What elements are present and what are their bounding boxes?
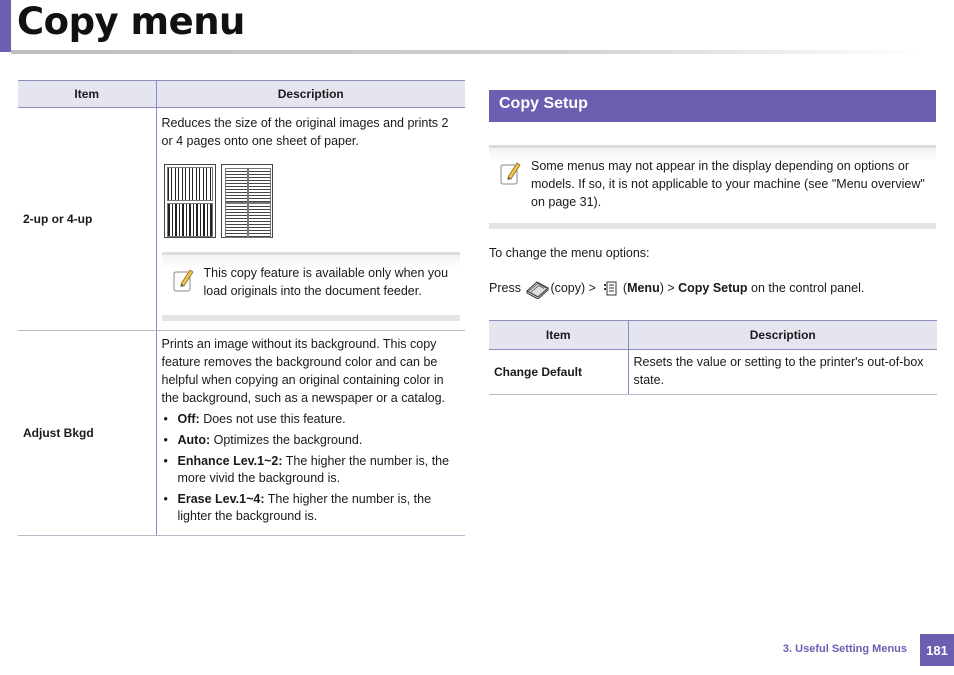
options-table: Item Description 2-up or 4-up Reduces th… (18, 80, 465, 536)
list-item: Off: Does not use this feature. (162, 411, 460, 428)
list-item: Erase Lev.1~4: The higher the number is,… (162, 491, 460, 525)
note-box: This copy feature is available only when… (161, 252, 460, 321)
note-text: This copy feature is available only when… (203, 266, 449, 298)
option-list: Off: Does not use this feature. Auto: Op… (157, 411, 466, 535)
section-heading: Copy Setup (489, 90, 936, 122)
layout-thumbnails (158, 164, 466, 238)
table-row: Change Default Resets the value or setti… (489, 349, 937, 395)
instruction-text: Press (copy) > (Menu) > Copy Setup on th… (489, 278, 864, 299)
description-text: Reduces the size of the original images … (161, 116, 449, 148)
header-description: Description (156, 80, 465, 108)
description-text: Prints an image without its background. … (161, 337, 446, 405)
header-description: Description (628, 320, 937, 350)
note-box: Some menus may not appear in the display… (489, 145, 936, 229)
footer-chapter: 3. Useful Setting Menus (782, 643, 907, 655)
copy-setup-table: Item Description Change Default Resets t… (489, 320, 937, 395)
table-header-row: Item Description (489, 320, 937, 350)
table-row: Adjust Bkgd Prints an image without its … (18, 330, 466, 536)
note-text: Some menus may not appear in the display… (531, 159, 925, 209)
header-item: Item (489, 320, 629, 350)
page-number: 181 (920, 634, 954, 666)
intro-text: To change the menu options: (489, 246, 650, 260)
item-label: Change Default (489, 349, 629, 395)
list-item: Enhance Lev.1~2: The higher the number i… (162, 453, 460, 487)
header-item: Item (18, 80, 157, 108)
table-row: 2-up or 4-up Reduces the size of the ori… (18, 107, 466, 331)
title-rule (11, 50, 921, 54)
accent-bar (0, 0, 11, 52)
note-pencil-icon (500, 162, 521, 185)
four-up-thumbnail-icon (220, 164, 273, 238)
description-text: Resets the value or setting to the print… (633, 355, 924, 387)
page-title: Copy menu (17, 0, 245, 43)
menu-button-icon (604, 281, 617, 296)
description-cell: Prints an image without its background. … (156, 330, 466, 536)
two-up-thumbnail-icon (163, 164, 216, 238)
description-cell: Resets the value or setting to the print… (628, 349, 937, 395)
note-pencil-icon (173, 269, 194, 292)
copy-button-icon (526, 281, 550, 299)
list-item: Auto: Optimizes the background. (162, 432, 460, 449)
item-label: 2-up or 4-up (18, 107, 157, 331)
description-cell: Reduces the size of the original images … (156, 107, 466, 331)
item-label: Adjust Bkgd (18, 330, 157, 536)
table-header-row: Item Description (18, 80, 465, 108)
